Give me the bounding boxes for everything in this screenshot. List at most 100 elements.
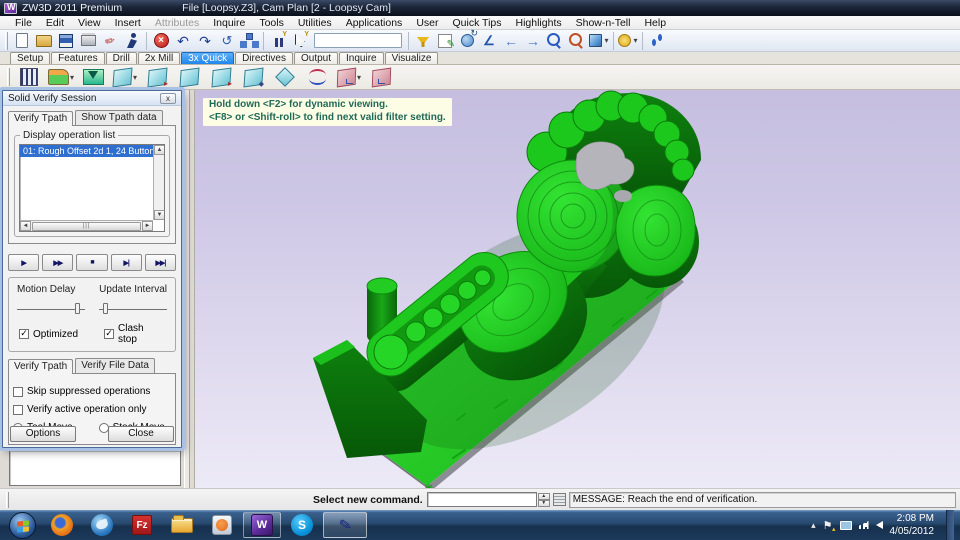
menu-edit[interactable]: Edit: [39, 17, 71, 29]
surface-op-e-icon[interactable]: [240, 66, 266, 89]
zw3d-app[interactable]: W: [243, 512, 281, 538]
show-desktop-button[interactable]: [946, 510, 954, 540]
menu-applications[interactable]: Applications: [339, 17, 410, 29]
skype[interactable]: S: [283, 512, 321, 538]
tab-verify-file-data[interactable]: Verify File Data: [75, 358, 155, 373]
optimized-checkbox-item[interactable]: Optimized: [19, 323, 78, 345]
ribbon-tab-output[interactable]: Output: [293, 52, 339, 64]
erase-pencil-icon[interactable]: [100, 31, 120, 50]
menu-quick-tips[interactable]: Quick Tips: [445, 17, 508, 29]
operation-list[interactable]: 01: Rough Offset 2d 1, 24 Button ▲ ▼ ◄ |…: [19, 144, 165, 232]
tray-clock[interactable]: 2:08 PM 4/05/2012: [890, 512, 935, 538]
horizontal-scrollbar[interactable]: ◄ ||| ►: [20, 220, 153, 231]
output-op-b-icon[interactable]: [368, 66, 394, 89]
valley-finish-icon[interactable]: [80, 66, 106, 89]
ribbon-tab-visualize[interactable]: Visualize: [384, 52, 439, 64]
menu-file[interactable]: File: [8, 17, 39, 29]
dialog-close-icon[interactable]: x: [160, 92, 176, 104]
ribbon-tab-3x-quick[interactable]: 3x Quick: [181, 52, 235, 64]
play-button[interactable]: ▶: [8, 254, 40, 271]
windows-explorer[interactable]: [163, 512, 201, 538]
ribbon-tab-inquire[interactable]: Inquire: [339, 52, 384, 64]
shaded-cube-icon[interactable]: ▾: [589, 31, 609, 50]
stop-button[interactable]: ■: [76, 254, 108, 271]
menu-attributes[interactable]: Attributes: [148, 17, 206, 29]
display-icon[interactable]: [839, 520, 852, 530]
operation-list-item[interactable]: 01: Rough Offset 2d 1, 24 Button: [20, 145, 164, 157]
surface-op-d-icon[interactable]: [208, 66, 234, 89]
surface-op-b-icon[interactable]: [144, 66, 170, 89]
ribbon-tab-2x-mill[interactable]: 2x Mill: [137, 52, 181, 64]
scrollbar-thumb[interactable]: |||: [32, 221, 141, 231]
undo-icon[interactable]: [173, 31, 193, 50]
surface-op-f-icon[interactable]: [272, 66, 298, 89]
ribbon-tab-setup[interactable]: Setup: [10, 52, 51, 64]
rough-offset-icon[interactable]: ▾: [48, 66, 74, 89]
surface-op-a-icon[interactable]: ▾: [112, 66, 138, 89]
action-center-flag-icon[interactable]: ⚑: [823, 519, 836, 533]
show-hidden-icons-icon[interactable]: ▴: [811, 520, 816, 531]
menu-inquire[interactable]: Inquire: [206, 17, 252, 29]
options-button[interactable]: Options: [10, 426, 76, 442]
menu-view[interactable]: View: [71, 17, 108, 29]
dropdown-arrow-icon[interactable]: ▾: [133, 73, 137, 82]
abort-icon[interactable]: [151, 31, 171, 50]
menu-utilities[interactable]: Utilities: [291, 17, 339, 29]
funnel-icon[interactable]: [413, 31, 433, 50]
dropdown-arrow-icon[interactable]: ▾: [633, 36, 637, 45]
firefox[interactable]: [43, 512, 81, 538]
filter-cursor-icon[interactable]: [290, 31, 310, 50]
thunderbird[interactable]: [83, 512, 121, 538]
render-sun-icon[interactable]: ▾: [618, 31, 638, 50]
close-button[interactable]: Close: [108, 426, 174, 442]
scroll-left-icon[interactable]: ◄: [20, 221, 31, 231]
dropdown-arrow-icon[interactable]: ▾: [70, 73, 74, 82]
regen-icon[interactable]: [217, 31, 237, 50]
rotate-view-icon[interactable]: [457, 28, 478, 50]
filezilla[interactable]: Fz: [123, 512, 161, 538]
view-forward-icon[interactable]: [523, 31, 543, 50]
verify-active-checkbox-item[interactable]: Verify active operation only: [13, 404, 171, 415]
menu-user[interactable]: User: [409, 17, 445, 29]
ribbon-tab-directives[interactable]: Directives: [235, 52, 293, 64]
3d-viewport[interactable]: Hold down <F2> for dynamic viewing. <F8>…: [195, 90, 960, 488]
volume-icon[interactable]: [864, 521, 883, 529]
menu-highlights[interactable]: Highlights: [509, 17, 569, 29]
command-history-icon[interactable]: [552, 493, 566, 506]
zw3d-window[interactable]: ✎: [323, 512, 367, 538]
curve-op-icon[interactable]: [304, 66, 330, 89]
tab-show-tpath-data[interactable]: Show Tpath data: [75, 110, 163, 125]
exit-session-icon[interactable]: [122, 31, 142, 50]
dropdown-arrow-icon[interactable]: ▾: [604, 36, 608, 45]
media-player[interactable]: [203, 512, 241, 538]
output-op-a-icon[interactable]: ▾: [336, 66, 362, 89]
update-interval-slider[interactable]: [99, 302, 167, 315]
redo-icon[interactable]: [195, 31, 215, 50]
panel-divider[interactable]: [184, 90, 190, 488]
dialog-titlebar[interactable]: Solid Verify Session x: [3, 91, 181, 106]
checkbox-checked-icon[interactable]: [104, 329, 115, 339]
step-button[interactable]: ▶|: [110, 254, 142, 271]
command-spinner[interactable]: ▲ ▼: [537, 492, 550, 507]
ribbon-tab-drill[interactable]: Drill: [105, 52, 137, 64]
scroll-down-icon[interactable]: ▼: [154, 210, 164, 220]
zoom-window-icon[interactable]: [545, 31, 565, 50]
scroll-up-icon[interactable]: ▲: [154, 145, 164, 155]
menu-show-n-tell[interactable]: Show-n-Tell: [569, 17, 638, 29]
new-file-icon[interactable]: [12, 31, 32, 50]
quick-input[interactable]: [314, 33, 402, 48]
fast-forward-button[interactable]: ▶▶: [42, 254, 74, 271]
angle-snap-icon[interactable]: [479, 31, 499, 50]
slider-thumb[interactable]: [74, 303, 80, 314]
assembly-tree-icon[interactable]: [239, 31, 259, 50]
tab-verify-tpath[interactable]: Verify Tpath: [8, 111, 74, 126]
checkbox-unchecked-icon[interactable]: [13, 404, 23, 415]
motion-delay-slider[interactable]: [17, 302, 85, 315]
to-end-button[interactable]: ▶▶|: [144, 254, 177, 271]
zoom-all-icon[interactable]: [567, 31, 587, 50]
spin-down-icon[interactable]: ▼: [537, 499, 550, 507]
tab-verify-tpath-2[interactable]: Verify Tpath: [8, 359, 74, 374]
scroll-right-icon[interactable]: ►: [142, 221, 153, 231]
menu-insert[interactable]: Insert: [108, 17, 148, 29]
tool-cutter-icon[interactable]: [16, 66, 42, 89]
